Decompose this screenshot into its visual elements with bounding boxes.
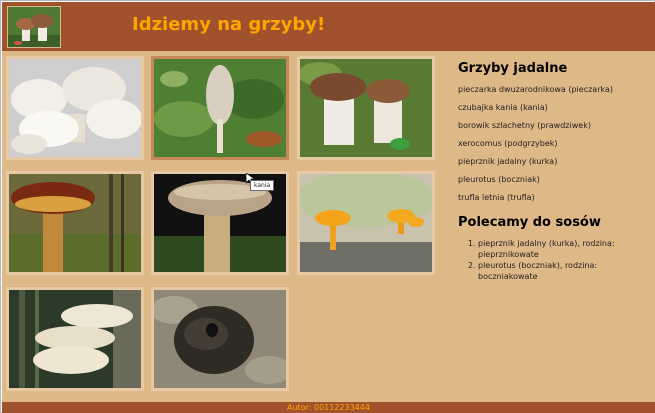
list-item: pleurotus (boczniak) bbox=[458, 175, 540, 184]
image-tooltip: kania bbox=[250, 180, 275, 191]
photo-trufla[interactable] bbox=[151, 287, 289, 391]
list-item: borowik szlachetny (prawdziwek) bbox=[458, 121, 591, 130]
footer: Autor: 00112233444 bbox=[2, 402, 655, 413]
list-item: czubajka kania (kania) bbox=[458, 103, 548, 112]
list-item: trufla letnia (trufla) bbox=[458, 193, 535, 202]
list-item: pieprznik jadalny (kurka) bbox=[458, 157, 558, 166]
page-frame: Idziemy na grzyby! kania Grzyby jadalne … bbox=[0, 0, 655, 413]
sauces-heading: Polecamy do sosów bbox=[458, 215, 601, 230]
edible-mushrooms-heading: Grzyby jadalne bbox=[458, 61, 568, 76]
list-item: xerocomus (podgrzybek) bbox=[458, 139, 558, 148]
photo-kurka[interactable] bbox=[297, 171, 435, 275]
mushroom-logo-icon bbox=[7, 6, 61, 48]
photo-boczniak[interactable] bbox=[6, 287, 144, 391]
header: Idziemy na grzyby! bbox=[2, 2, 655, 51]
aside-panel: Grzyby jadalne pieczarka dwuzarodnikowa … bbox=[458, 61, 648, 282]
photo-borowik[interactable] bbox=[297, 56, 435, 160]
photo-kania[interactable] bbox=[151, 56, 289, 160]
photo-podgrzybek[interactable] bbox=[6, 171, 144, 275]
recommended-list: pieprznik jadalny (kurka), rodzina: piep… bbox=[478, 238, 648, 282]
list-item: pleurotus (boczniak), rodzina: boczniako… bbox=[478, 260, 648, 282]
list-item: pieczarka dwuzarodnikowa (pieczarka) bbox=[458, 85, 613, 94]
site-title: Idziemy na grzyby! bbox=[132, 14, 326, 35]
photo-pieczarka[interactable] bbox=[6, 56, 144, 160]
list-item: pieprznik jadalny (kurka), rodzina: piep… bbox=[478, 238, 648, 260]
